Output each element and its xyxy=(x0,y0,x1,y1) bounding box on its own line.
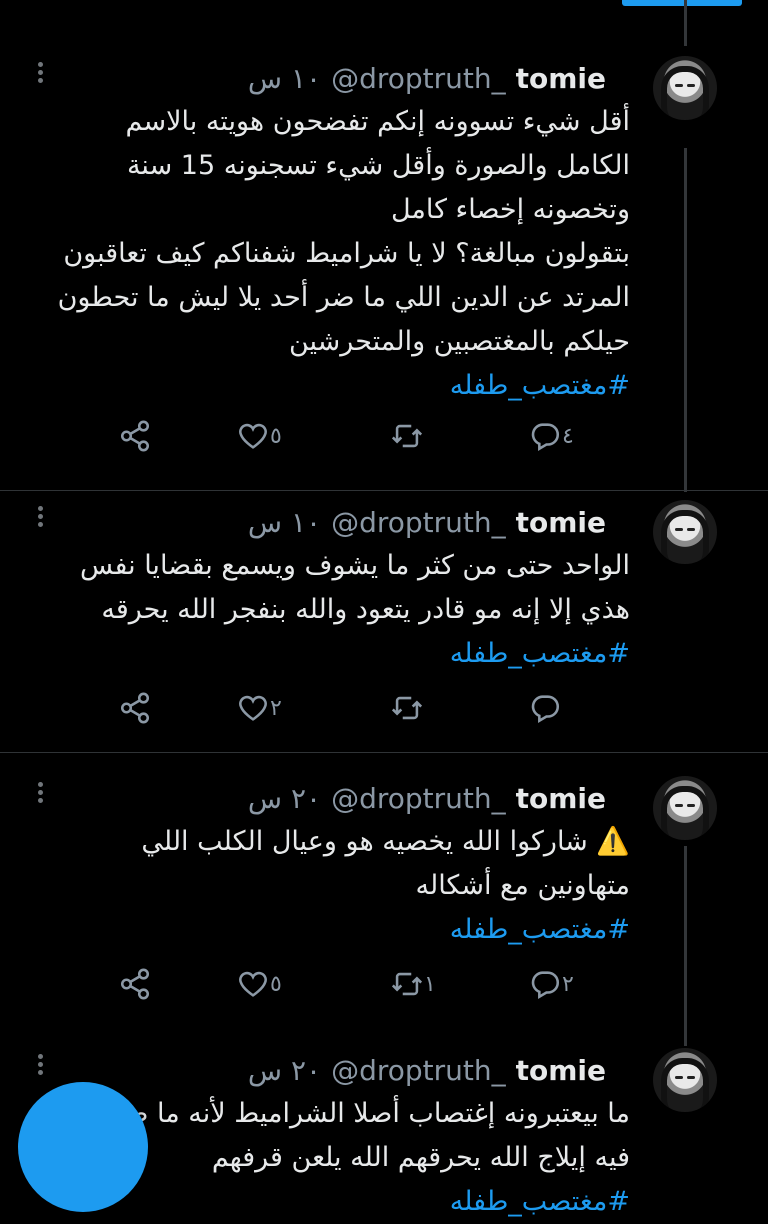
more-options-icon[interactable] xyxy=(38,62,46,83)
user-name[interactable]: tomie xyxy=(516,62,606,95)
heart-icon xyxy=(239,695,267,721)
reply-button[interactable] xyxy=(528,688,574,728)
tweet-header: ٢٠ س @droptruth_ tomie xyxy=(248,1054,606,1088)
reply-button[interactable]: ٢ xyxy=(528,964,586,1004)
tweet[interactable]: ٢٠ س @droptruth_ tomie ⚠️ شاركوا الله يخصي… xyxy=(0,776,768,1026)
divider xyxy=(0,752,768,753)
retweet-button[interactable] xyxy=(390,416,436,456)
tweet[interactable]: ١٠ س @droptruth_ tomie أقل شيء تسوونه إنكم… xyxy=(0,56,768,476)
tweet-header: ٢٠ س @droptruth_ tomie xyxy=(248,782,606,816)
tweet-line: أقل شيء تسوونه إنكم تفضحون هويته بالاسم xyxy=(125,106,631,137)
reply-icon xyxy=(531,695,560,724)
tweet-text: الواحد حتى من كثر ما يشوف ويسمع بقضايا ن… xyxy=(30,544,630,676)
retweet-button[interactable]: ١ xyxy=(390,964,448,1004)
tweet-time: ٢٠ س xyxy=(247,1054,322,1087)
retweet-icon xyxy=(391,424,423,448)
reply-icon xyxy=(531,423,560,452)
reply-count: ٤ xyxy=(562,423,574,449)
tweet-line: بتقولون مبالغة؟ لا يا شراميط شفناكم كيف … xyxy=(63,238,630,269)
retweet-icon xyxy=(391,972,423,996)
tweet-line: وتخصونه إخصاء كامل xyxy=(390,194,630,225)
avatar[interactable] xyxy=(653,56,717,120)
tweet-header: ١٠ س @droptruth_ tomie xyxy=(248,62,606,96)
reply-count: ٢ xyxy=(562,971,574,997)
like-count: ٢ xyxy=(270,695,282,721)
compose-tweet-button[interactable] xyxy=(18,1082,148,1212)
thread-connector xyxy=(684,0,687,46)
hashtag-link[interactable]: #مغتصب_طفله xyxy=(30,908,630,952)
tweet-line: الواحد حتى من كثر ما يشوف ويسمع بقضايا ن… xyxy=(80,550,630,581)
tweet-text: أقل شيء تسوونه إنكم تفضحون هويته بالاسم … xyxy=(30,100,630,408)
tweet-actions: ٢ ١ ٥ xyxy=(100,964,620,1004)
share-button[interactable] xyxy=(118,416,152,456)
avatar[interactable] xyxy=(653,500,717,564)
tweet-line: حيلكم بالمغتصبين والمتحرشين xyxy=(288,326,630,357)
divider xyxy=(0,490,768,491)
reply-button[interactable]: ٤ xyxy=(528,416,586,456)
share-icon xyxy=(120,692,150,724)
tweet-line: ⚠️ شاركوا الله يخصيه هو وعيال الكلب اللي xyxy=(141,826,630,857)
user-handle[interactable]: @droptruth_ xyxy=(331,506,506,539)
tweet-actions: ٢ xyxy=(100,688,620,728)
reply-icon xyxy=(531,971,560,1000)
more-options-icon[interactable] xyxy=(38,782,46,803)
retweet-icon xyxy=(391,696,423,720)
tweet-line: الكامل والصورة وأقل شيء تسجنونه 15 سنة xyxy=(126,150,630,181)
user-handle[interactable]: @droptruth_ xyxy=(331,782,506,815)
tweet-text: ⚠️ شاركوا الله يخصيه هو وعيال الكلب اللي… xyxy=(30,820,630,952)
avatar[interactable] xyxy=(653,1048,717,1112)
like-button[interactable]: ٢ xyxy=(236,688,294,728)
tweet-header: ١٠ س @droptruth_ tomie xyxy=(248,506,606,540)
heart-icon xyxy=(239,971,267,997)
tweet-time: ٢٠ س xyxy=(247,782,322,815)
like-count: ٥ xyxy=(270,971,282,997)
user-handle[interactable]: @droptruth_ xyxy=(331,62,506,95)
user-name[interactable]: tomie xyxy=(516,506,606,539)
share-button[interactable] xyxy=(118,688,152,728)
more-options-icon[interactable] xyxy=(38,506,46,527)
like-button[interactable]: ٥ xyxy=(236,416,294,456)
tweet-actions: ٤ ٥ xyxy=(100,416,620,456)
tweet-line: هذي إلا إنه مو قادر يتعود والله بنفجر ال… xyxy=(101,594,630,625)
hashtag-link[interactable]: #مغتصب_طفله xyxy=(30,632,630,676)
avatar[interactable] xyxy=(653,776,717,840)
user-handle[interactable]: @droptruth_ xyxy=(331,1054,506,1087)
more-options-icon[interactable] xyxy=(38,1054,46,1075)
user-name[interactable]: tomie xyxy=(516,782,606,815)
top-tab-indicator xyxy=(622,0,742,6)
share-icon xyxy=(120,420,150,452)
heart-icon xyxy=(239,423,267,449)
retweet-button[interactable] xyxy=(390,688,436,728)
like-button[interactable]: ٥ xyxy=(236,964,294,1004)
share-icon xyxy=(120,968,150,1000)
tweet-time: ١٠ س xyxy=(247,62,322,95)
retweet-count: ١ xyxy=(424,971,436,997)
tweet-time: ١٠ س xyxy=(247,506,322,539)
tweet-line: متهاونين مع أشكاله xyxy=(415,870,631,901)
tweet[interactable]: ١٠ س @droptruth_ tomie الواحد حتى من كثر م… xyxy=(0,500,768,740)
share-button[interactable] xyxy=(118,964,152,1004)
tweet-line: المرتد عن الدين اللي ما ضر أحد يلا ليش م… xyxy=(57,282,630,313)
user-name[interactable]: tomie xyxy=(516,1054,606,1087)
hashtag-link[interactable]: #مغتصب_طفله xyxy=(30,364,630,408)
like-count: ٥ xyxy=(270,423,282,449)
